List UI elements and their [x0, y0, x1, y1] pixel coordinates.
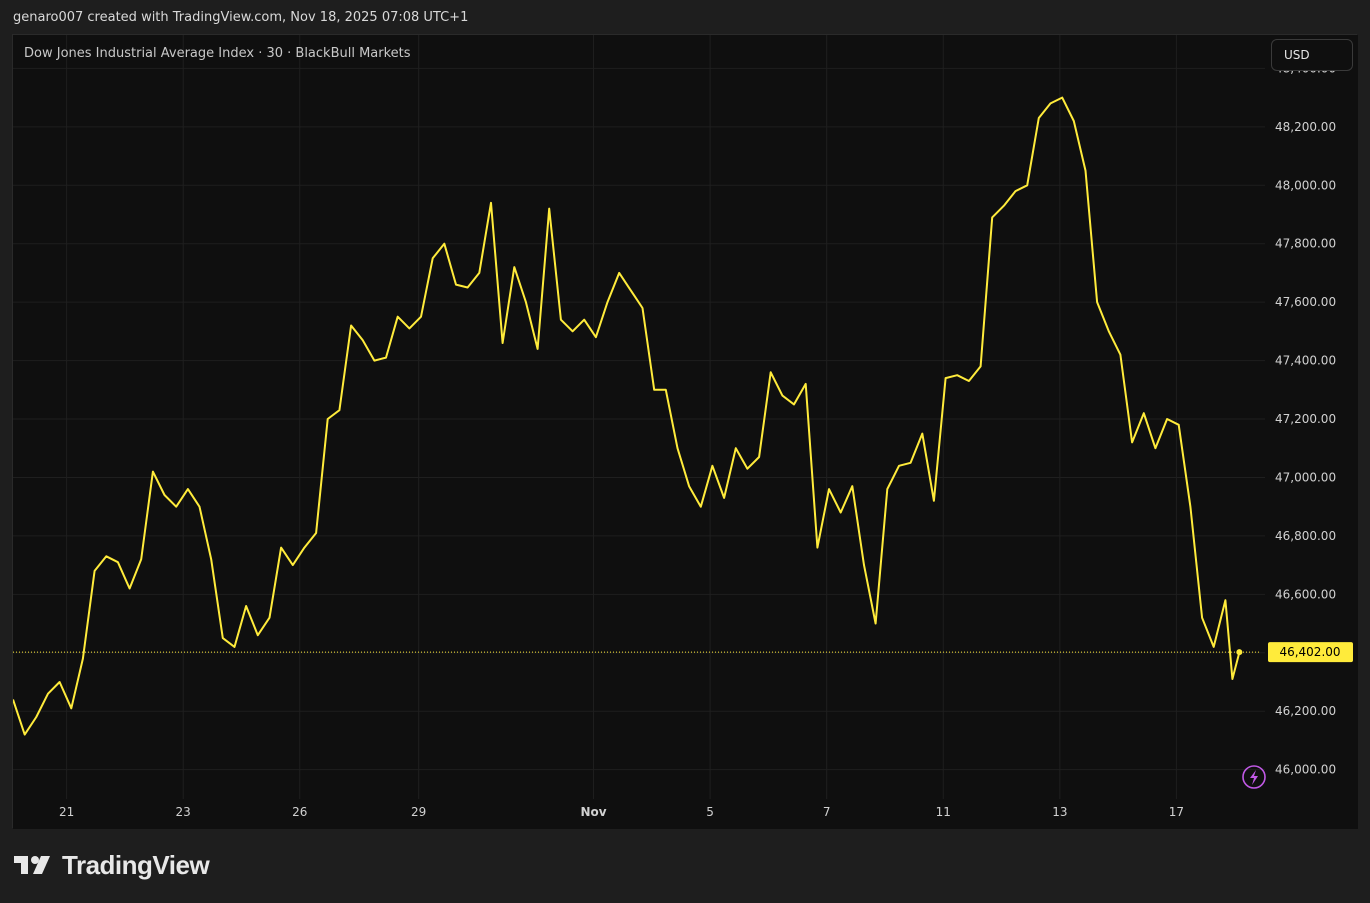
y-tick-label: 48,200.00 — [1275, 120, 1336, 134]
x-tick-label: 17 — [1169, 805, 1184, 819]
x-tick-label: 26 — [292, 805, 307, 819]
x-tick-label: 29 — [411, 805, 426, 819]
x-tick-label: 23 — [176, 805, 191, 819]
x-tick-label: 21 — [59, 805, 74, 819]
y-tick-label: 47,400.00 — [1275, 354, 1336, 368]
attribution-text: genaro007 created with TradingView.com, … — [13, 10, 469, 25]
brand-name: TradingView — [62, 850, 210, 880]
series-title: Dow Jones Industrial Average Index · 30 … — [24, 46, 411, 61]
last-price-marker — [1236, 649, 1243, 656]
price-chart[interactable]: 46,000.0046,200.0046,400.0046,600.0046,8… — [13, 35, 1358, 829]
y-tick-label: 48,000.00 — [1275, 178, 1336, 192]
y-tick-label: 46,800.00 — [1275, 529, 1336, 543]
currency-button[interactable]: USD — [1271, 39, 1353, 71]
y-tick-label: 47,600.00 — [1275, 295, 1336, 309]
tradingview-brand[interactable]: TradingView — [14, 850, 210, 881]
y-tick-label: 46,200.00 — [1275, 704, 1336, 718]
y-tick-label: 47,200.00 — [1275, 412, 1336, 426]
last-price-label: 46,402.00 — [1279, 645, 1340, 659]
y-tick-label: 47,800.00 — [1275, 237, 1336, 251]
x-tick-label: 5 — [706, 805, 714, 819]
x-tick-label: 11 — [936, 805, 951, 819]
x-tick-label: 13 — [1052, 805, 1067, 819]
y-tick-label: 46,600.00 — [1275, 587, 1336, 601]
x-tick-label: 7 — [823, 805, 831, 819]
y-tick-label: 46,000.00 — [1275, 763, 1336, 777]
y-tick-label: 47,000.00 — [1275, 470, 1336, 484]
chart-panel[interactable]: 46,000.0046,200.0046,400.0046,600.0046,8… — [12, 34, 1358, 829]
tradingview-logo-icon — [14, 855, 50, 874]
x-tick-label: Nov — [580, 805, 606, 819]
plot-background — [13, 35, 1358, 829]
